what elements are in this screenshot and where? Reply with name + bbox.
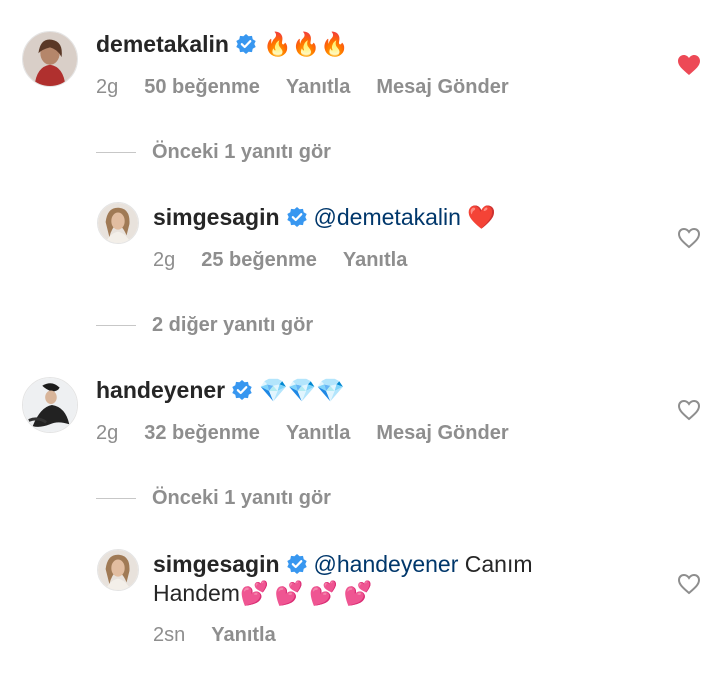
reply-meta: 2sn Yanıtla [153, 623, 302, 647]
divider-line [96, 498, 136, 500]
username[interactable]: simgesagin [153, 551, 280, 577]
timestamp: 2sn [153, 624, 186, 646]
view-replies-label: 2 diğer yanıtı gör [152, 314, 314, 336]
likes-count[interactable]: 25 beğenme [201, 248, 317, 272]
verified-badge-icon [235, 33, 257, 55]
view-previous-replies-button[interactable]: Önceki 1 yanıtı gör [96, 486, 331, 510]
timestamp: 2g [96, 76, 119, 98]
reply-body: simgesagin @demetakalin ❤️ [153, 203, 496, 232]
avatar[interactable] [97, 549, 139, 591]
comments-thread: demetakalin 🔥🔥🔥 2g 50 beğenme Yanıtla Mesaj … [0, 0, 717, 680]
reply-button[interactable]: Yanıtla [211, 623, 275, 647]
reply-button[interactable]: Yanıtla [343, 248, 407, 272]
comment-text: ❤️ [467, 205, 496, 231]
reply-body-line-2: Handem💕💕💕💕 [153, 579, 379, 608]
verified-badge-icon [286, 553, 308, 575]
mention-link[interactable]: @handeyener [314, 551, 459, 577]
view-replies-label: Önceki 1 yanıtı gör [152, 487, 331, 509]
comment-meta: 2g 50 beğenme Yanıtla Mesaj Gönder [96, 75, 535, 99]
reply-button[interactable]: Yanıtla [286, 75, 350, 99]
comment-body: handeyener 💎💎💎 [96, 376, 345, 405]
divider-line [96, 325, 136, 327]
avatar[interactable] [97, 202, 139, 244]
comment-text: 💎💎💎 [259, 378, 346, 404]
divider-line [96, 152, 136, 154]
comment-body: demetakalin 🔥🔥🔥 [96, 30, 349, 59]
timestamp: 2g [96, 422, 119, 444]
avatar[interactable] [22, 377, 78, 433]
comment-meta: 2g 32 beğenme Yanıtla Mesaj Gönder [96, 421, 535, 445]
comment-text: Canım [464, 551, 533, 577]
view-replies-label: Önceki 1 yanıtı gör [152, 141, 331, 163]
timestamp: 2g [153, 249, 176, 271]
view-previous-replies-button[interactable]: Önceki 1 yanıtı gör [96, 140, 331, 164]
view-more-replies-button[interactable]: 2 diğer yanıtı gör [96, 313, 313, 337]
avatar[interactable] [22, 31, 78, 87]
likes-count[interactable]: 32 beğenme [144, 421, 260, 445]
username[interactable]: handeyener [96, 377, 225, 403]
mention-link[interactable]: @demetakalin [314, 204, 461, 230]
comment-text: 🔥🔥🔥 [262, 32, 349, 58]
reply-meta: 2g 25 beğenme Yanıtla [153, 248, 433, 272]
heart-outline-icon[interactable] [677, 573, 701, 595]
username[interactable]: simgesagin [153, 204, 280, 230]
comment-text-continued: Handem [153, 580, 240, 606]
heart-outline-icon[interactable] [677, 399, 701, 421]
reply-button[interactable]: Yanıtla [286, 421, 350, 445]
verified-badge-icon [231, 379, 253, 401]
username[interactable]: demetakalin [96, 31, 229, 57]
reply-body: simgesagin @handeyener Canım [153, 550, 533, 578]
heart-filled-icon[interactable] [677, 54, 701, 76]
verified-badge-icon [286, 206, 308, 228]
send-message-button[interactable]: Mesaj Gönder [376, 75, 508, 99]
likes-count[interactable]: 50 beğenme [144, 75, 260, 99]
send-message-button[interactable]: Mesaj Gönder [376, 421, 508, 445]
emoji-hearts: 💕💕💕💕 [239, 581, 379, 607]
heart-outline-icon[interactable] [677, 227, 701, 249]
